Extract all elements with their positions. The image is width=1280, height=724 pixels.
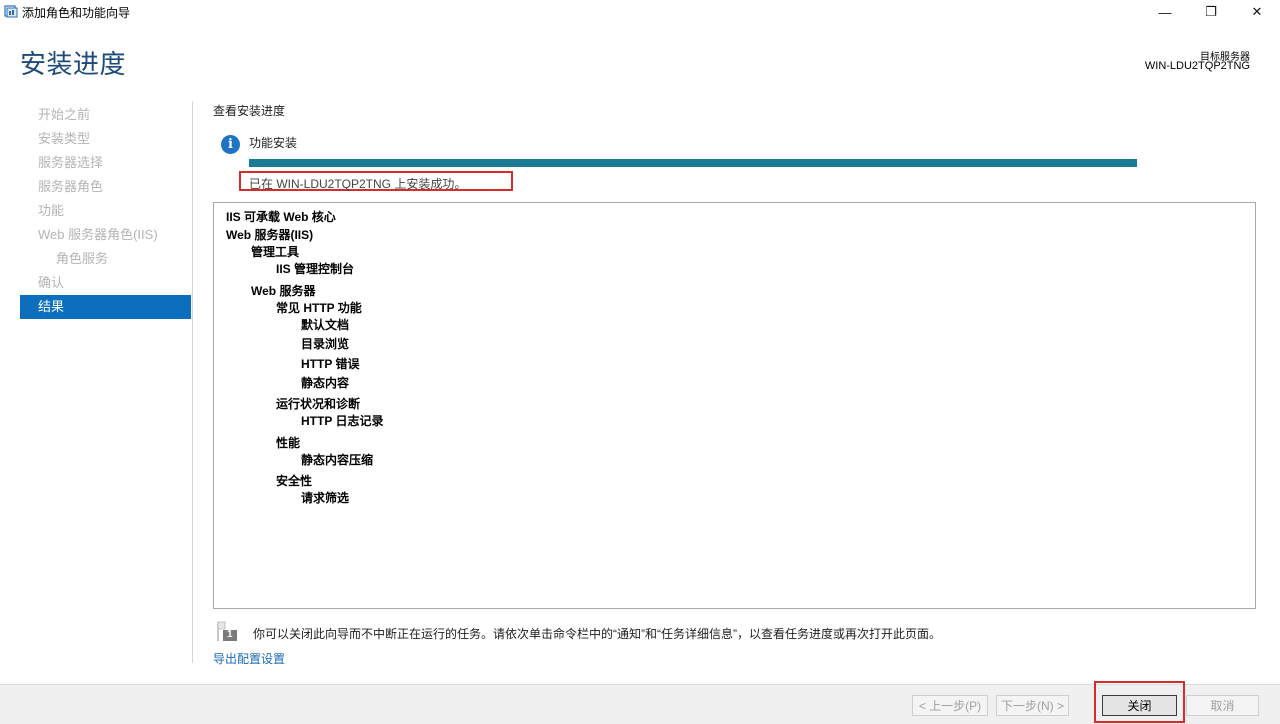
server-manager-icon [4,5,18,18]
close-icon: ✕ [1251,4,1263,19]
progress-bar [249,159,1137,167]
wizard-nav: 开始之前 安装类型 服务器选择 服务器角色 功能 Web 服务器角色(IIS) … [20,103,191,319]
nav-item-installation-type: 安装类型 [38,131,91,146]
section-title: 查看安装进度 [213,104,286,118]
close-button[interactable]: 关闭 [1102,695,1177,716]
result-item: 目录浏览 [301,337,350,351]
result-item: 性能 [276,436,301,450]
result-item: HTTP 日志记录 [301,414,384,428]
result-item: Web 服务器 [251,284,316,298]
nav-item-before-you-begin: 开始之前 [38,107,91,122]
nav-item-server-roles: 服务器角色 [38,179,104,194]
previous-button[interactable]: < 上一步(P) [912,695,988,716]
result-item: HTTP 错误 [301,357,360,371]
minimize-icon: — [1158,4,1172,20]
result-item: Web 服务器(IIS) [226,228,314,242]
target-server-name: WIN-LDU2TQP2TNG [1144,60,1250,72]
result-item: IIS 可承载 Web 核心 [226,210,336,224]
window-title: 添加角色和功能向导 [22,6,131,20]
result-item: 默认文档 [301,318,350,332]
result-item: 运行状况和诊断 [276,397,361,411]
footer-bar [0,684,1280,724]
results-list[interactable]: IIS 可承载 Web 核心 Web 服务器(IIS) 管理工具 IIS 管理控制台 W… [213,202,1256,609]
result-item: 安全性 [276,474,313,488]
status-text: 已在 WIN-LDU2TQP2TNG 上安装成功。 [249,177,467,191]
restore-icon: ❐ [1205,4,1217,19]
page-title: 安装进度 [20,49,127,79]
result-item: 管理工具 [251,245,300,259]
nav-item-features: 功能 [38,203,65,218]
close-window-button[interactable]: ✕ [1234,0,1280,24]
nav-item-results[interactable]: 结果 [20,295,191,319]
result-item: 静态内容压缩 [301,453,374,467]
export-config-link[interactable]: 导出配置设置 [213,650,285,667]
nav-item-server-selection: 服务器选择 [38,155,104,170]
cancel-button[interactable]: 取消 [1186,695,1259,716]
nav-divider [192,101,193,663]
note-text: 你可以关闭此向导而不中断正在运行的任务。请依次单击命令栏中的“通知”和“任务详细… [253,627,941,641]
maximize-button[interactable]: ❐ [1188,0,1234,24]
install-label: 功能安装 [249,136,298,150]
result-item: 请求筛选 [301,491,350,505]
result-item: IIS 管理控制台 [276,262,355,276]
nav-item-role-services: 角色服务 [56,251,109,266]
title-bar: 添加角色和功能向导 — ❐ ✕ [0,0,1280,24]
next-button[interactable]: 下一步(N) > [996,695,1069,716]
info-icon: i [221,135,240,154]
progress-fill [249,159,1137,167]
nav-item-web-server-role: Web 服务器角色(IIS) [38,227,158,242]
result-item: 静态内容 [301,376,350,390]
note-badge-number: 1 [227,629,233,640]
result-item: 常见 HTTP 功能 [276,301,362,315]
minimize-button[interactable]: — [1142,0,1188,24]
nav-item-confirmation: 确认 [38,275,65,290]
